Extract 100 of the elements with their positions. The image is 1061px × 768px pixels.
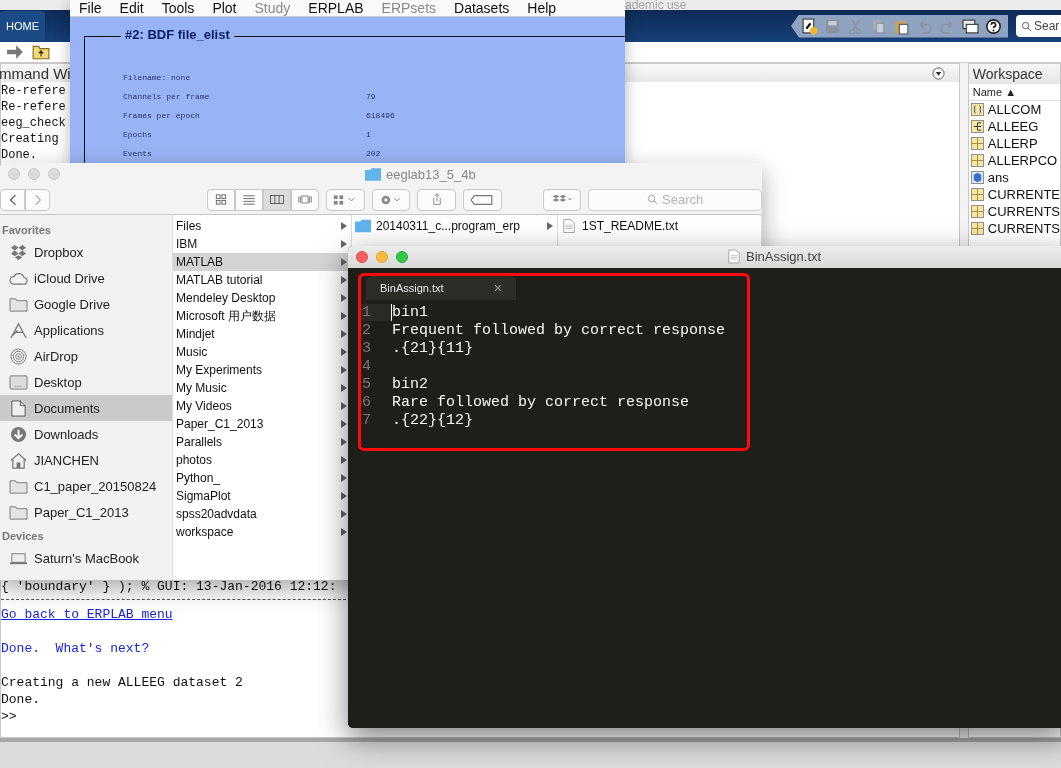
variable-name[interactable]: ALLEEG (987, 119, 1039, 134)
panel-title: Workspace (968, 64, 1060, 84)
sidebar-item[interactable]: Dropbox (0, 239, 172, 265)
save-icon[interactable] (824, 17, 841, 35)
list-item[interactable]: photos (173, 451, 351, 469)
disclosure-arrow-icon (341, 348, 347, 356)
variable-name[interactable]: ans (987, 170, 1009, 185)
list-item[interactable]: My Experiments (173, 361, 351, 379)
list-item[interactable]: Parallels (173, 433, 351, 451)
disclosure-arrow-icon (341, 222, 347, 230)
list-icon (242, 193, 256, 206)
disclosure-arrow-icon (341, 456, 347, 464)
back-button[interactable] (0, 188, 25, 211)
list-item[interactable]: Microsoft 用户数据 (173, 307, 351, 325)
cover-flow-icon (298, 193, 312, 206)
list-item[interactable]: My Videos (173, 397, 351, 415)
arrange-button[interactable] (326, 188, 365, 211)
menu-item[interactable]: File (79, 0, 102, 16)
list-item[interactable]: Files (173, 217, 351, 235)
list-item[interactable]: Paper_C1_2013 (173, 415, 351, 433)
action-button[interactable] (371, 188, 411, 211)
sidebar-item[interactable]: Saturn's MacBook (0, 545, 172, 571)
forward-button[interactable] (25, 188, 50, 211)
field-label: Epochs (123, 130, 153, 139)
sidebar-item[interactable]: AirDrop (0, 343, 172, 369)
sidebar-item[interactable]: JIANCHEN (0, 447, 172, 473)
variable-name[interactable]: ALLERPCO (987, 153, 1058, 168)
variable-name[interactable]: ALLERP (987, 136, 1038, 151)
list-item[interactable]: Python_ (173, 469, 351, 487)
tag-button[interactable] (462, 188, 502, 211)
menu-item[interactable]: ERPLAB (308, 0, 364, 16)
folder-up-icon[interactable] (32, 43, 50, 61)
disclosure-arrow-icon (341, 402, 347, 410)
share-button[interactable] (417, 188, 456, 211)
list-item[interactable]: Mindjet (173, 325, 351, 343)
minimize-button[interactable] (376, 251, 388, 263)
line-number: 2 (361, 321, 372, 339)
panel-title: #2: BDF file_elist (121, 27, 234, 42)
apps-icon (9, 321, 28, 339)
variable-name[interactable]: ALLCOM (987, 102, 1042, 117)
disclosure-arrow-icon (341, 510, 347, 518)
sidebar-item[interactable]: C1_paper_20150824 (0, 473, 172, 499)
new-script-icon[interactable] (801, 17, 818, 35)
console-link[interactable]: Go back to ERPLAB menu (1, 607, 173, 622)
menu-item[interactable]: Edit (119, 0, 144, 16)
folder-icon (9, 503, 28, 521)
list-item[interactable]: Mendeley Desktop (173, 289, 351, 307)
menu-item[interactable]: Plot (212, 0, 237, 16)
menu-item[interactable]: Help (527, 0, 557, 16)
sidebar-item[interactable]: Downloads (0, 421, 172, 447)
airdrop-icon (9, 347, 28, 365)
list-item[interactable]: SigmaPlot (173, 487, 351, 505)
arrow-icon[interactable] (6, 43, 24, 61)
list-item[interactable]: MATLAB (173, 253, 351, 271)
dropbox-button[interactable] (542, 188, 582, 211)
sidebar-item[interactable]: Desktop (0, 369, 172, 395)
sidebar-item[interactable]: Applications (0, 317, 172, 343)
sidebar-item[interactable]: Google Drive (0, 291, 172, 317)
copy-icon[interactable] (870, 17, 887, 35)
cover-flow-button[interactable] (291, 188, 319, 211)
column-view-button[interactable] (263, 188, 291, 211)
disclosure-arrow-icon (341, 294, 347, 302)
list-item[interactable]: MATLAB tutorial (173, 271, 351, 289)
list-item[interactable]: Music (173, 343, 351, 361)
folder-icon (365, 167, 381, 181)
list-item[interactable]: spss20advdata (173, 505, 351, 523)
disclosure-arrow-icon (341, 438, 347, 446)
menu-item[interactable]: Tools (161, 0, 195, 16)
grid-icon (970, 137, 984, 150)
sidebar-item[interactable]: iCloud Drive (0, 265, 172, 291)
struct-icon (970, 103, 984, 116)
variable-name[interactable]: CURRENTS (987, 221, 1060, 236)
dropdown-icon[interactable] (931, 66, 945, 80)
sidebar-item[interactable]: Paper_C1_2013 (0, 499, 172, 525)
list-item[interactable]: My Music (173, 379, 351, 397)
variable-name[interactable]: CURRENTE (987, 187, 1060, 202)
field-label: Filename: none (123, 73, 192, 82)
ribbon-tab[interactable]: HOME (0, 11, 45, 41)
column-header[interactable]: Name ▲ (968, 84, 1060, 101)
search-field[interactable]: Sear (1016, 15, 1061, 37)
help-icon[interactable] (985, 17, 1002, 35)
sidebar-item[interactable]: Documents (0, 395, 172, 421)
icon-view-button[interactable] (207, 188, 235, 211)
list-item[interactable]: workspace (173, 523, 351, 541)
grid-icon (970, 154, 984, 167)
folder-icon (355, 219, 371, 233)
list-view-button[interactable] (235, 188, 263, 211)
close-button[interactable] (356, 251, 368, 263)
list-item[interactable]: IBM (173, 235, 351, 253)
list-item[interactable]: 20140311_c...program_erp (352, 217, 557, 235)
windows-icon[interactable] (962, 17, 979, 35)
zoom-button[interactable] (396, 251, 408, 263)
menu-item[interactable]: Datasets (454, 0, 510, 16)
close-tab-button[interactable]: × (493, 280, 502, 296)
variable-name[interactable]: CURRENTS (987, 204, 1060, 219)
console-line: eeg_check (1, 115, 66, 131)
list-item[interactable]: 1ST_README.txt (558, 217, 761, 235)
line-number: 5 (361, 375, 372, 393)
disclosure-arrow-icon (341, 366, 347, 374)
file-tab[interactable]: BinAssign.txt × (366, 276, 516, 300)
